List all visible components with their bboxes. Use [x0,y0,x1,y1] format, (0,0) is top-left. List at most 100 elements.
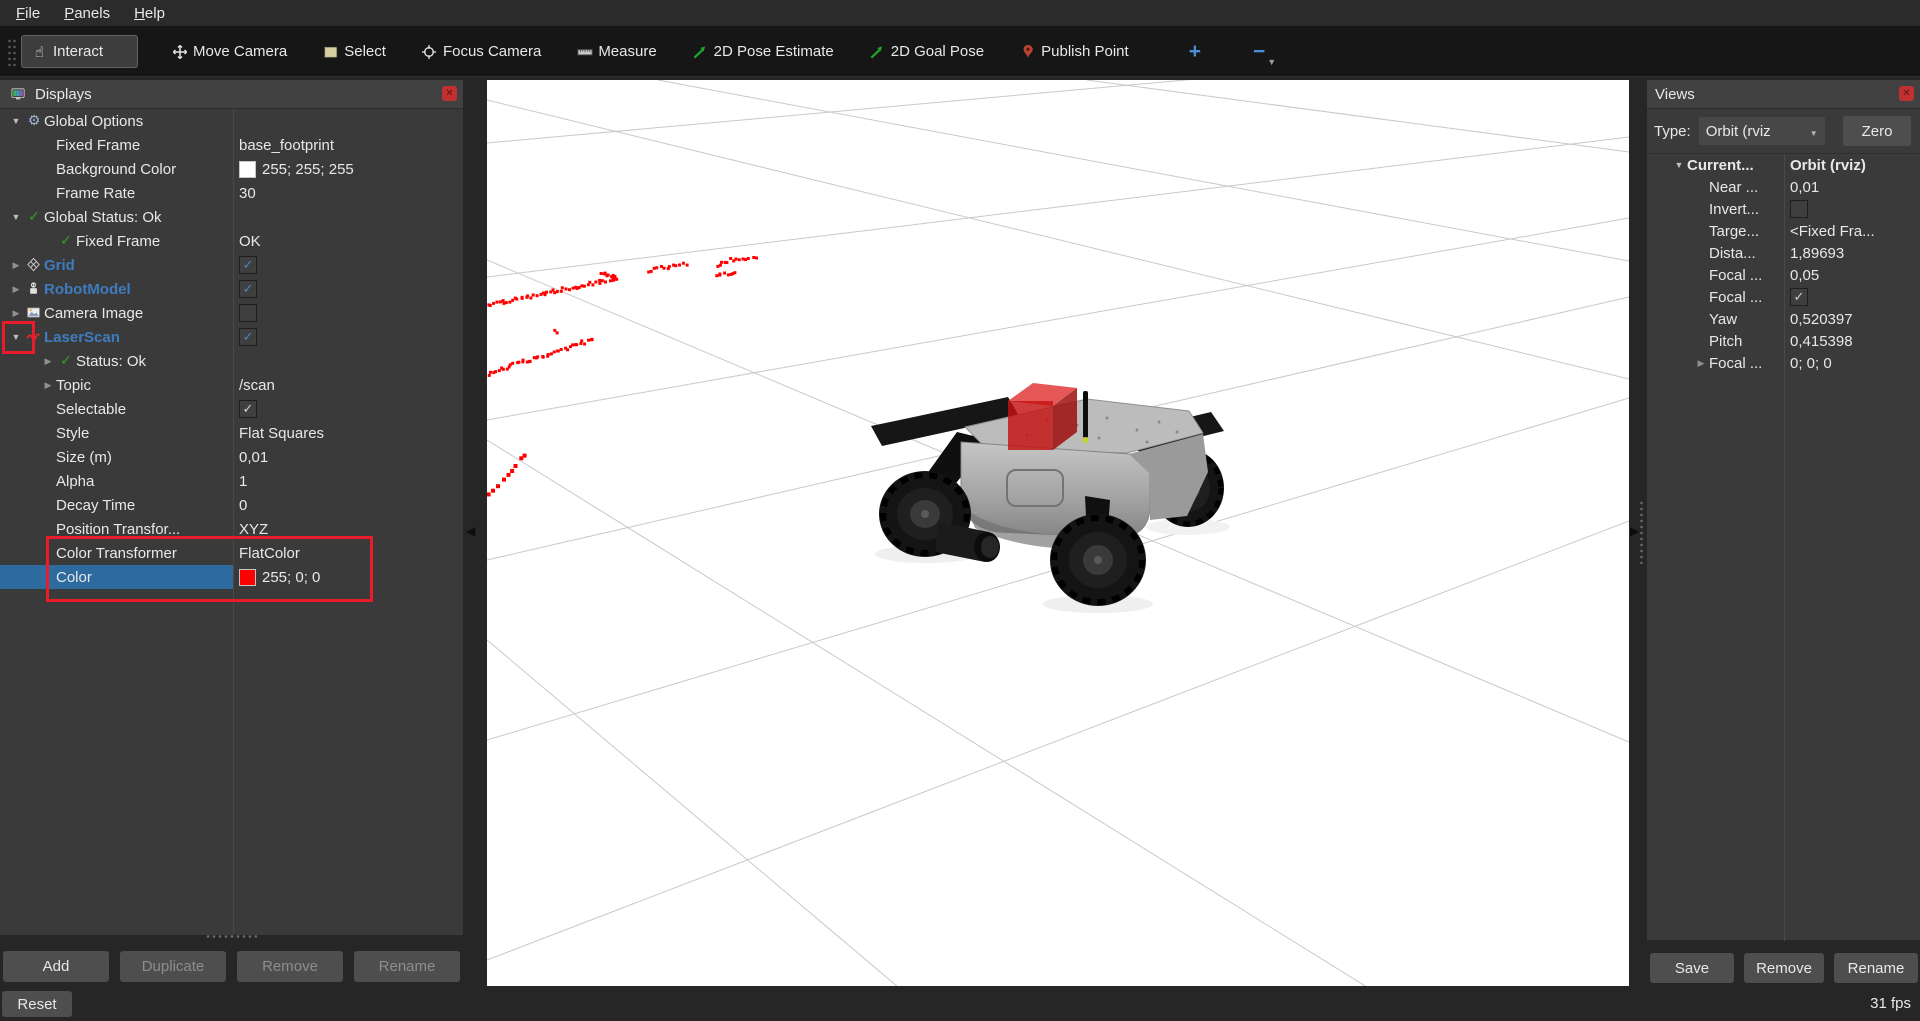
display-row-background-color[interactable]: Background Color255; 255; 255 [0,157,463,181]
row-value: 0 [233,493,463,517]
display-row-grid[interactable]: ▶Grid✓ [0,253,463,277]
display-row-status-ok[interactable]: ▶✓Status: Ok [0,349,463,373]
tool-select[interactable]: Select [313,36,395,67]
menu-help[interactable]: Help [122,3,177,24]
expander-open-icon[interactable]: ▼ [8,332,24,342]
checkbox[interactable]: ✓ [239,328,257,346]
reset-button[interactable]: Reset [2,991,72,1017]
row-value: FlatColor [233,541,463,565]
rename-view-button[interactable]: Rename [1834,953,1918,983]
menubar: FilePanelsHelp [0,0,1920,27]
view-type-dropdown[interactable]: Orbit (rviz [1699,117,1825,145]
display-row-position-transfor[interactable]: Position Transfor...XYZ [0,517,463,541]
row-value: ✓ [233,253,463,277]
display-row-frame-rate[interactable]: Frame Rate30 [0,181,463,205]
checkbox[interactable]: ✓ [1790,288,1808,306]
expander-open-icon[interactable]: ▼ [8,212,24,222]
add-tool-button[interactable]: + [1181,40,1209,64]
display-row-color[interactable]: Color255; 0; 0 [0,565,463,589]
zero-button[interactable]: Zero [1843,116,1911,146]
viewport-3d[interactable] [487,80,1629,986]
display-row-laserscan[interactable]: ▼LaserScan✓ [0,325,463,349]
checkbox[interactable]: ✓ [239,256,257,274]
row-label: Style [56,425,89,442]
tool-move-camera[interactable]: Move Camera [162,36,296,67]
expander-open-icon[interactable]: ▼ [1671,160,1687,170]
view-prop-row-current[interactable]: ▼Current...Orbit (rviz) [1647,154,1920,176]
row-value [1784,198,1920,220]
display-row-size-m[interactable]: Size (m)0,01 [0,445,463,469]
selection-box-icon [322,43,339,60]
expander-closed-icon[interactable]: ▶ [8,284,24,295]
robot-model [871,383,1230,613]
expander-closed-icon[interactable]: ▶ [40,380,56,391]
tool-label: 2D Pose Estimate [714,43,834,60]
remove-view-button[interactable]: Remove [1744,953,1824,983]
expander-closed-icon[interactable]: ▶ [40,356,56,367]
view-prop-row-focal[interactable]: Focal ... ✓ [1647,286,1920,308]
panel-collapse-right-icon[interactable]: ▶ [1630,524,1639,538]
close-icon[interactable] [442,86,457,101]
display-row-style[interactable]: Style Flat Squares [0,421,463,445]
view-prop-row-pitch[interactable]: Pitch0,415398 [1647,330,1920,352]
duplicate-display-button: Duplicate [120,951,226,982]
row-label: Global Options [44,113,143,130]
view-prop-row-near[interactable]: Near ...0,01 [1647,176,1920,198]
tool-focus-camera[interactable]: Focus Camera [412,36,550,67]
status-ok-icon: ✓ [24,209,44,225]
expander-open-icon[interactable]: ▼ [8,116,24,126]
display-row-decay-time[interactable]: Decay Time0 [0,493,463,517]
expander-closed-icon[interactable]: ▶ [8,308,24,319]
checkbox[interactable] [1790,200,1808,218]
display-row-global-options[interactable]: ▼⚙Global Options [0,109,463,133]
save-view-button[interactable]: Save [1650,953,1734,983]
view-prop-row-focal[interactable]: Focal ...0,05 [1647,264,1920,286]
pose-arrow-icon [692,43,709,60]
row-label: Yaw [1709,311,1737,328]
row-value: XYZ [233,517,463,541]
view-type-value: Orbit (rviz [1706,123,1771,140]
row-value: 0,415398 [1784,330,1920,352]
add-display-button[interactable]: Add [3,951,109,982]
display-row-robotmodel[interactable]: ▶RobotModel✓ [0,277,463,301]
expander-closed-icon[interactable]: ▶ [1693,358,1709,369]
row-value: Flat Squares [233,421,463,445]
displays-resize-handle[interactable] [205,934,257,940]
display-row-topic[interactable]: ▶Topic/scan [0,373,463,397]
toolbar-grip-handle[interactable] [7,38,17,66]
expander-closed-icon[interactable]: ▶ [8,260,24,271]
panel-collapse-left-icon[interactable]: ◀ [466,524,475,538]
row-label: Size (m) [56,449,112,466]
close-icon[interactable] [1899,86,1914,101]
view-prop-row-invert[interactable]: Invert... [1647,198,1920,220]
tool-publish-point[interactable]: Publish Point [1010,36,1138,67]
view-prop-row-focal[interactable]: ▶Focal ...0; 0; 0 [1647,352,1920,374]
pose-arrow-icon [869,43,886,60]
view-prop-row-dista[interactable]: Dista...1,89693 [1647,242,1920,264]
display-row-fixed-frame[interactable]: Fixed Framebase_footprint [0,133,463,157]
tool-interact[interactable]: ☝Interact [21,35,138,68]
display-row-camera-image[interactable]: ▶Camera Image [0,301,463,325]
display-row-fixed-frame[interactable]: ✓Fixed FrameOK [0,229,463,253]
menu-file[interactable]: File [4,3,52,24]
display-row-color-transformer[interactable]: Color TransformerFlatColor [0,541,463,565]
tool-label: 2D Goal Pose [891,43,984,60]
color-swatch [239,161,256,178]
splitter-handle[interactable] [1639,500,1644,564]
tool-measure[interactable]: Measure [567,36,665,67]
display-row-global-status-ok[interactable]: ▼✓Global Status: Ok [0,205,463,229]
row-label: Focal ... [1709,289,1762,306]
view-prop-row-yaw[interactable]: Yaw0,520397 [1647,308,1920,330]
display-row-alpha[interactable]: Alpha1 [0,469,463,493]
menu-panels[interactable]: Panels [52,3,122,24]
tool-2d-pose-estimate[interactable]: 2D Pose Estimate [683,36,843,67]
checkbox[interactable] [239,304,257,322]
checkbox[interactable]: ✓ [239,400,257,418]
display-row-selectable[interactable]: Selectable✓ [0,397,463,421]
checkbox[interactable]: ✓ [239,280,257,298]
tool-2d-goal-pose[interactable]: 2D Goal Pose [860,36,993,67]
view-prop-row-targe[interactable]: Targe...<Fixed Fra... [1647,220,1920,242]
row-label: Background Color [56,161,176,178]
toolbar-overflow-icon[interactable]: ▼ [1267,57,1276,67]
ruler-icon [576,43,593,60]
